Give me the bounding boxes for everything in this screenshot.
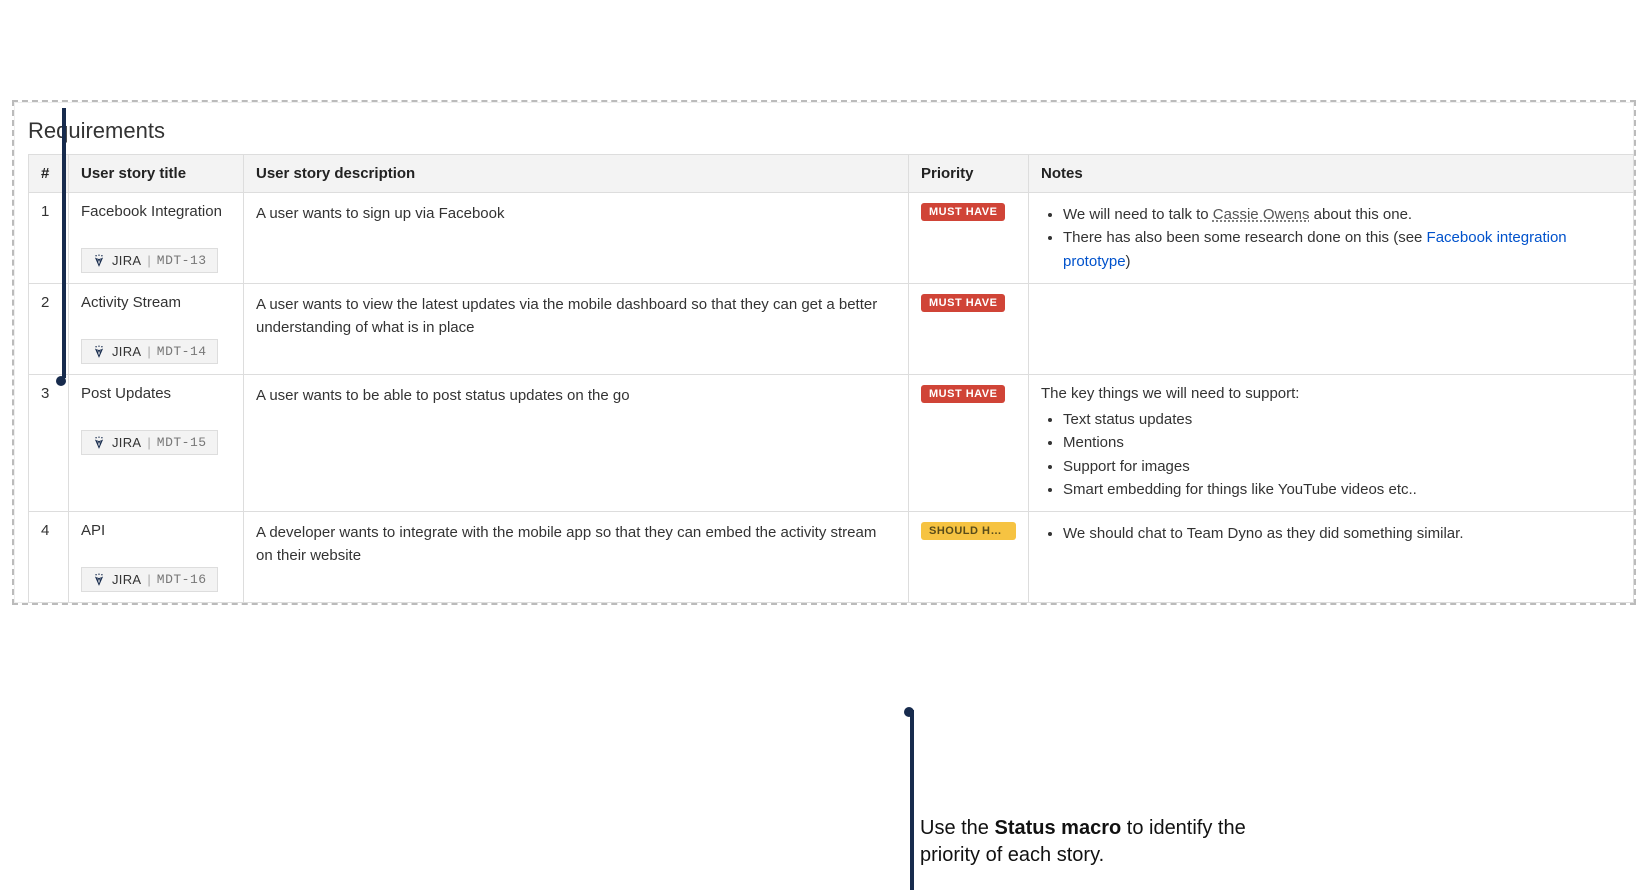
row-number: 4 <box>29 512 69 603</box>
notes-list: We should chat to Team Dyno as they did … <box>1041 522 1621 545</box>
status-badge[interactable]: MUST HAVE <box>921 203 1005 221</box>
priority-cell: SHOULD HA… <box>909 512 1029 603</box>
notes-list-item: There has also been some research done o… <box>1063 226 1621 273</box>
table-row: 3 Post Updates JIRA | MDT-15 A user wants to … <box>29 375 1634 512</box>
status-badge[interactable]: MUST HAVE <box>921 294 1005 312</box>
note-text: We will need to talk to <box>1063 206 1213 223</box>
jira-key: MDT-14 <box>157 344 207 359</box>
notes-list: Text status updatesMentionsSupport for i… <box>1041 408 1621 501</box>
user-story-description: A developer wants to integrate with the … <box>244 512 909 603</box>
jira-key: MDT-13 <box>157 253 207 268</box>
user-story-title: API <box>81 522 231 539</box>
notes-cell: We will need to talk to Cassie Owens abo… <box>1029 193 1634 284</box>
priority-cell: MUST HAVE <box>909 284 1029 375</box>
col-priority: Priority <box>909 155 1029 193</box>
user-mention[interactable]: Cassie Owens <box>1213 206 1310 223</box>
callout-connector-top <box>62 108 66 378</box>
jira-label: JIRA <box>112 435 141 450</box>
note-text: about this one. <box>1310 206 1413 223</box>
priority-cell: MUST HAVE <box>909 375 1029 512</box>
notes-list: We will need to talk to Cassie Owens abo… <box>1041 203 1621 273</box>
callout-dot-top <box>56 376 66 386</box>
col-title: User story title <box>69 155 244 193</box>
notes-cell: We should chat to Team Dyno as they did … <box>1029 512 1634 603</box>
row-title-cell: Post Updates JIRA | MDT-15 <box>69 375 244 512</box>
status-badge[interactable]: SHOULD HA… <box>921 522 1016 540</box>
notes-list-item: Text status updates <box>1063 408 1621 431</box>
table-row: 4 API JIRA | MDT-16 A developer wants to inte… <box>29 512 1634 603</box>
jira-separator: | <box>147 344 150 359</box>
jira-icon <box>92 436 106 450</box>
notes-list-item: Smart embedding for things like YouTube … <box>1063 478 1621 501</box>
note-text: ) <box>1126 253 1131 270</box>
notes-cell: The key things we will need to support: T… <box>1029 375 1634 512</box>
callout-dot-bottom <box>904 707 914 717</box>
jira-label: JIRA <box>112 572 141 587</box>
notes-list-item: Mentions <box>1063 431 1621 454</box>
table-header-row: # User story title User story descriptio… <box>29 155 1634 193</box>
col-notes: Notes <box>1029 155 1634 193</box>
notes-list-item: We should chat to Team Dyno as they did … <box>1063 522 1621 545</box>
requirements-table: # User story title User story descriptio… <box>28 154 1634 603</box>
jira-issue-chip[interactable]: JIRA | MDT-15 <box>81 430 218 455</box>
note-text: There has also been some research done o… <box>1063 229 1427 246</box>
jira-issue-chip[interactable]: JIRA | MDT-16 <box>81 567 218 592</box>
jira-separator: | <box>147 572 150 587</box>
confluence-editor-frame: Requirements # User story title User sto… <box>12 100 1636 605</box>
priority-cell: MUST HAVE <box>909 193 1029 284</box>
row-title-cell: API JIRA | MDT-16 <box>69 512 244 603</box>
jira-icon <box>92 254 106 268</box>
notes-list-item: We will need to talk to Cassie Owens abo… <box>1063 203 1621 226</box>
callout-connector-bottom <box>910 710 914 890</box>
row-number: 3 <box>29 375 69 512</box>
jira-key: MDT-15 <box>157 435 207 450</box>
notes-list-item: Support for images <box>1063 455 1621 478</box>
user-story-description: A user wants to sign up via Facebook <box>244 193 909 284</box>
section-title: Requirements <box>28 118 1634 144</box>
row-title-cell: Activity Stream JIRA | MDT-14 <box>69 284 244 375</box>
user-story-description: A user wants to be able to post status u… <box>244 375 909 512</box>
jira-separator: | <box>147 253 150 268</box>
user-story-title: Activity Stream <box>81 294 231 311</box>
note-text: We should chat to Team Dyno as they did … <box>1063 525 1463 542</box>
notes-intro: The key things we will need to support: <box>1041 385 1621 402</box>
callout-bottom-prefix: Use the <box>920 817 994 839</box>
user-story-description: A user wants to view the latest updates … <box>244 284 909 375</box>
callout-bottom-bold: Status macro <box>994 817 1121 839</box>
jira-label: JIRA <box>112 253 141 268</box>
status-badge[interactable]: MUST HAVE <box>921 385 1005 403</box>
table-row: 2Activity StreamJIRA|MDT-14A user wants … <box>29 284 1634 375</box>
jira-icon <box>92 573 106 587</box>
notes-cell <box>1029 284 1634 375</box>
jira-icon <box>92 345 106 359</box>
user-story-title: Facebook Integration <box>81 203 231 220</box>
jira-separator: | <box>147 435 150 450</box>
row-title-cell: Facebook Integration JIRA | MDT-13 <box>69 193 244 284</box>
jira-key: MDT-16 <box>157 572 207 587</box>
callout-bottom-text: Use the Status macro to identify the pri… <box>920 815 1250 869</box>
jira-issue-chip[interactable]: JIRA | MDT-13 <box>81 248 218 273</box>
jira-label: JIRA <box>112 344 141 359</box>
col-desc: User story description <box>244 155 909 193</box>
user-story-title: Post Updates <box>81 385 231 402</box>
table-row: 1Facebook IntegrationJIRA|MDT-13A user w… <box>29 193 1634 284</box>
jira-issue-chip[interactable]: JIRA | MDT-14 <box>81 339 218 364</box>
